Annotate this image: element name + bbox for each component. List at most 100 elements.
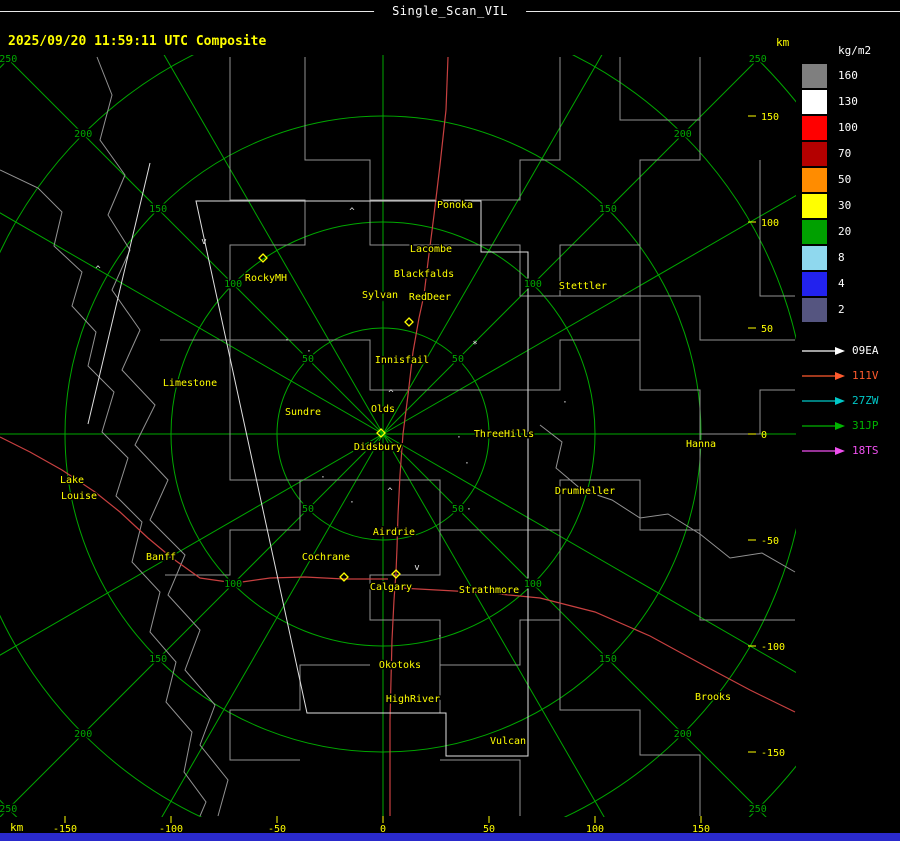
range-ring-label: 150 — [149, 204, 167, 215]
radar-pointer-arrow-icon — [802, 446, 845, 455]
city-label: Olds — [371, 404, 395, 415]
city-label: Banff — [146, 552, 176, 563]
radial-line — [0, 212, 384, 435]
radar-site-entry: 31JP — [802, 413, 898, 438]
county-boundary — [96, 56, 229, 817]
radar-site-id: 09EA — [852, 344, 879, 357]
range-ring-label: 50 — [452, 354, 464, 365]
city-label: Strathmore — [459, 585, 519, 596]
scale-color-swatch — [802, 167, 827, 192]
scale-level-row: 20 — [802, 219, 898, 244]
town-marker: ^ — [95, 265, 101, 275]
scale-level-row: 130 — [802, 89, 898, 114]
y-axis-label: -150 — [761, 748, 785, 759]
range-ring-label: 150 — [599, 654, 617, 665]
radar-pointer-arrow-icon — [802, 396, 845, 405]
city-label: HighRiver — [386, 694, 440, 705]
county-boundary — [539, 424, 796, 573]
county-boundary — [560, 295, 795, 341]
town-marker: · — [306, 347, 311, 357]
city-label: Lake — [60, 475, 84, 486]
town-marker: ^ — [387, 487, 393, 497]
city-label: Brooks — [695, 692, 731, 703]
town-marker: ^ — [349, 207, 355, 217]
scale-level-row: 30 — [802, 193, 898, 218]
town-marker: · — [349, 498, 354, 508]
city-marker-diamond — [339, 572, 349, 582]
city-label: Innisfail — [375, 355, 429, 366]
range-ring-label: 150 — [599, 204, 617, 215]
range-ring-label: 200 — [674, 729, 692, 740]
city-label: Louise — [61, 491, 97, 502]
radial-line — [382, 433, 796, 674]
city-label: Airdrie — [373, 527, 415, 538]
city-label: Didsbury — [354, 442, 402, 453]
county-boundary — [0, 169, 207, 817]
range-ring-label: 200 — [74, 729, 92, 740]
scale-level-row: 100 — [802, 115, 898, 140]
radar-pointer-arrow-icon — [802, 346, 845, 355]
range-ring-label: 250 — [0, 804, 17, 815]
range-ring-label: 150 — [149, 654, 167, 665]
town-marker: v — [201, 237, 206, 247]
radar-site-legend: 09EA 111V 27ZW 31JP 18TS — [802, 338, 898, 463]
scale-level-row: 50 — [802, 167, 898, 192]
radar-site-id: 111V — [852, 369, 879, 382]
scale-level-row: 2 — [802, 297, 898, 322]
scale-level-value: 100 — [838, 121, 858, 134]
scale-level-row: 4 — [802, 271, 898, 296]
range-ring-label: 100 — [524, 279, 542, 290]
radar-site-id: 31JP — [852, 419, 879, 432]
vil-color-scale: 160 130 100 70 50 30 20 8 4 2 — [802, 63, 898, 322]
city-label: Lacombe — [410, 244, 452, 255]
scale-color-swatch — [802, 219, 827, 244]
scale-units-label: kg/m2 — [838, 44, 872, 57]
city-label: Calgary — [370, 582, 412, 593]
scale-level-value: 160 — [838, 69, 858, 82]
scale-level-row: 8 — [802, 245, 898, 270]
range-ring-label: 50 — [302, 504, 314, 515]
city-label: RedDeer — [409, 292, 451, 303]
radial-line — [382, 433, 605, 817]
county-boundary — [619, 57, 701, 160]
city-marker-diamond — [404, 317, 414, 327]
city-label: Stettler — [559, 281, 607, 292]
town-marker: · — [464, 459, 469, 469]
radial-line — [0, 433, 384, 817]
side-panel: kg/m2 160 130 100 70 50 30 20 8 4 2 09EA 111V 27ZW 3… — [802, 44, 898, 463]
city-label: RockyMH — [245, 273, 287, 284]
scale-level-value: 130 — [838, 95, 858, 108]
y-axis-label: -100 — [761, 642, 785, 653]
scale-level-row: 70 — [802, 141, 898, 166]
bottom-scrollbar[interactable] — [0, 833, 900, 841]
scale-level-value: 8 — [838, 251, 845, 264]
radial-line — [382, 55, 603, 435]
y-axis-label: 0 — [761, 430, 767, 441]
scale-color-swatch — [802, 63, 827, 88]
radar-site-entry: 18TS — [802, 438, 898, 463]
scale-level-row: 160 — [802, 63, 898, 88]
range-ring-label: 200 — [74, 129, 92, 140]
town-marker: · — [466, 505, 471, 515]
city-label: Vulcan — [490, 736, 526, 747]
y-axis-label: 50 — [761, 324, 773, 335]
radar-site-entry: 09EA — [802, 338, 898, 363]
y-axis-label: 100 — [761, 218, 779, 229]
scale-color-swatch — [802, 245, 827, 270]
range-ring-label: 200 — [674, 129, 692, 140]
range-ring-label: 100 — [224, 279, 242, 290]
scale-color-swatch — [802, 297, 827, 322]
scale-level-value: 4 — [838, 277, 845, 290]
y-axis-label: 150 — [761, 112, 779, 123]
scale-level-value: 70 — [838, 147, 852, 160]
town-marker: ^ — [388, 389, 394, 399]
range-ring-label: 250 — [0, 54, 17, 65]
city-label: Ponoka — [437, 200, 473, 211]
highway-line — [399, 587, 796, 713]
city-label: ThreeHills — [474, 429, 534, 440]
range-ring-label: 100 — [224, 579, 242, 590]
radar-map-canvas[interactable]: 50 5050 50100 100100 100150 150150 150200 20020… — [0, 0, 900, 841]
radar-site-id: 27ZW — [852, 394, 879, 407]
scale-color-swatch — [802, 271, 827, 296]
radial-line — [3, 55, 384, 435]
